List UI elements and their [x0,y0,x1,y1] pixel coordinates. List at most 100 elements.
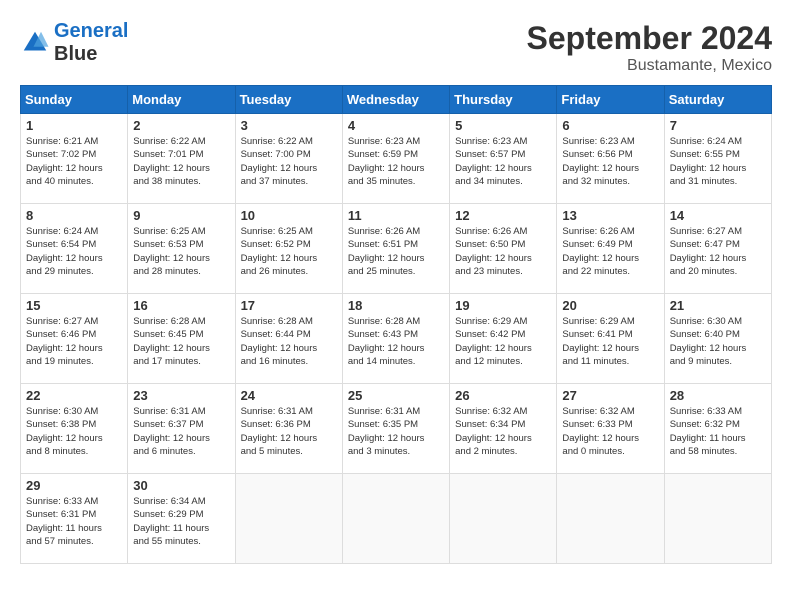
day-info: Sunrise: 6:28 AMSunset: 6:44 PMDaylight:… [241,315,337,368]
day-info: Sunrise: 6:23 AMSunset: 6:59 PMDaylight:… [348,135,444,188]
day-number: 7 [670,118,766,133]
day-number: 11 [348,208,444,223]
calendar-cell: 2 Sunrise: 6:22 AMSunset: 7:01 PMDayligh… [128,114,235,204]
day-number: 4 [348,118,444,133]
header-friday: Friday [557,86,664,114]
day-number: 16 [133,298,229,313]
day-info: Sunrise: 6:25 AMSunset: 6:53 PMDaylight:… [133,225,229,278]
day-number: 18 [348,298,444,313]
calendar-cell: 8 Sunrise: 6:24 AMSunset: 6:54 PMDayligh… [21,204,128,294]
calendar-cell [664,474,771,564]
week-row-3: 15 Sunrise: 6:27 AMSunset: 6:46 PMDaylig… [21,294,772,384]
day-info: Sunrise: 6:21 AMSunset: 7:02 PMDaylight:… [26,135,122,188]
day-info: Sunrise: 6:32 AMSunset: 6:33 PMDaylight:… [562,405,658,458]
calendar-cell: 28 Sunrise: 6:33 AMSunset: 6:32 PMDaylig… [664,384,771,474]
day-number: 30 [133,478,229,493]
day-number: 22 [26,388,122,403]
weekday-header-row: Sunday Monday Tuesday Wednesday Thursday… [21,86,772,114]
logo: GeneralBlue [20,20,128,66]
day-number: 23 [133,388,229,403]
calendar-cell: 30 Sunrise: 6:34 AMSunset: 6:29 PMDaylig… [128,474,235,564]
day-info: Sunrise: 6:24 AMSunset: 6:55 PMDaylight:… [670,135,766,188]
day-number: 28 [670,388,766,403]
day-number: 12 [455,208,551,223]
day-info: Sunrise: 6:32 AMSunset: 6:34 PMDaylight:… [455,405,551,458]
day-info: Sunrise: 6:26 AMSunset: 6:51 PMDaylight:… [348,225,444,278]
day-number: 2 [133,118,229,133]
header-thursday: Thursday [450,86,557,114]
calendar-cell [557,474,664,564]
calendar-cell: 17 Sunrise: 6:28 AMSunset: 6:44 PMDaylig… [235,294,342,384]
day-info: Sunrise: 6:30 AMSunset: 6:38 PMDaylight:… [26,405,122,458]
location: Bustamante, Mexico [527,57,772,75]
calendar-cell: 26 Sunrise: 6:32 AMSunset: 6:34 PMDaylig… [450,384,557,474]
calendar-table: Sunday Monday Tuesday Wednesday Thursday… [20,85,772,564]
day-number: 29 [26,478,122,493]
calendar-cell: 25 Sunrise: 6:31 AMSunset: 6:35 PMDaylig… [342,384,449,474]
header-saturday: Saturday [664,86,771,114]
day-info: Sunrise: 6:23 AMSunset: 6:57 PMDaylight:… [455,135,551,188]
day-info: Sunrise: 6:22 AMSunset: 7:01 PMDaylight:… [133,135,229,188]
day-number: 3 [241,118,337,133]
calendar-cell: 27 Sunrise: 6:32 AMSunset: 6:33 PMDaylig… [557,384,664,474]
calendar-cell [450,474,557,564]
calendar-cell: 11 Sunrise: 6:26 AMSunset: 6:51 PMDaylig… [342,204,449,294]
day-number: 26 [455,388,551,403]
day-info: Sunrise: 6:26 AMSunset: 6:50 PMDaylight:… [455,225,551,278]
week-row-2: 8 Sunrise: 6:24 AMSunset: 6:54 PMDayligh… [21,204,772,294]
day-info: Sunrise: 6:31 AMSunset: 6:36 PMDaylight:… [241,405,337,458]
calendar-cell [342,474,449,564]
calendar-cell: 6 Sunrise: 6:23 AMSunset: 6:56 PMDayligh… [557,114,664,204]
week-row-1: 1 Sunrise: 6:21 AMSunset: 7:02 PMDayligh… [21,114,772,204]
logo-text: GeneralBlue [54,20,128,66]
calendar-cell: 5 Sunrise: 6:23 AMSunset: 6:57 PMDayligh… [450,114,557,204]
logo-icon [20,28,50,58]
day-number: 19 [455,298,551,313]
header-monday: Monday [128,86,235,114]
day-info: Sunrise: 6:27 AMSunset: 6:47 PMDaylight:… [670,225,766,278]
calendar-cell: 20 Sunrise: 6:29 AMSunset: 6:41 PMDaylig… [557,294,664,384]
day-info: Sunrise: 6:33 AMSunset: 6:32 PMDaylight:… [670,405,766,458]
day-number: 10 [241,208,337,223]
day-number: 27 [562,388,658,403]
day-info: Sunrise: 6:31 AMSunset: 6:37 PMDaylight:… [133,405,229,458]
day-info: Sunrise: 6:30 AMSunset: 6:40 PMDaylight:… [670,315,766,368]
day-number: 21 [670,298,766,313]
day-info: Sunrise: 6:33 AMSunset: 6:31 PMDaylight:… [26,495,122,548]
day-number: 1 [26,118,122,133]
calendar-cell: 13 Sunrise: 6:26 AMSunset: 6:49 PMDaylig… [557,204,664,294]
week-row-5: 29 Sunrise: 6:33 AMSunset: 6:31 PMDaylig… [21,474,772,564]
day-info: Sunrise: 6:26 AMSunset: 6:49 PMDaylight:… [562,225,658,278]
day-number: 20 [562,298,658,313]
day-number: 5 [455,118,551,133]
header-tuesday: Tuesday [235,86,342,114]
day-info: Sunrise: 6:25 AMSunset: 6:52 PMDaylight:… [241,225,337,278]
month-info: September 2024 Bustamante, Mexico [527,20,772,75]
calendar-cell: 29 Sunrise: 6:33 AMSunset: 6:31 PMDaylig… [21,474,128,564]
calendar-cell: 14 Sunrise: 6:27 AMSunset: 6:47 PMDaylig… [664,204,771,294]
day-number: 14 [670,208,766,223]
day-info: Sunrise: 6:29 AMSunset: 6:42 PMDaylight:… [455,315,551,368]
month-title: September 2024 [527,20,772,57]
calendar-cell: 16 Sunrise: 6:28 AMSunset: 6:45 PMDaylig… [128,294,235,384]
day-info: Sunrise: 6:34 AMSunset: 6:29 PMDaylight:… [133,495,229,548]
day-info: Sunrise: 6:23 AMSunset: 6:56 PMDaylight:… [562,135,658,188]
day-info: Sunrise: 6:28 AMSunset: 6:43 PMDaylight:… [348,315,444,368]
day-info: Sunrise: 6:29 AMSunset: 6:41 PMDaylight:… [562,315,658,368]
calendar-cell: 23 Sunrise: 6:31 AMSunset: 6:37 PMDaylig… [128,384,235,474]
day-number: 24 [241,388,337,403]
calendar-cell: 1 Sunrise: 6:21 AMSunset: 7:02 PMDayligh… [21,114,128,204]
day-number: 13 [562,208,658,223]
calendar-cell [235,474,342,564]
day-number: 25 [348,388,444,403]
day-number: 8 [26,208,122,223]
day-number: 6 [562,118,658,133]
calendar-cell: 21 Sunrise: 6:30 AMSunset: 6:40 PMDaylig… [664,294,771,384]
calendar-cell: 22 Sunrise: 6:30 AMSunset: 6:38 PMDaylig… [21,384,128,474]
calendar-cell: 9 Sunrise: 6:25 AMSunset: 6:53 PMDayligh… [128,204,235,294]
day-number: 9 [133,208,229,223]
day-number: 17 [241,298,337,313]
calendar-cell: 3 Sunrise: 6:22 AMSunset: 7:00 PMDayligh… [235,114,342,204]
day-info: Sunrise: 6:31 AMSunset: 6:35 PMDaylight:… [348,405,444,458]
calendar-cell: 10 Sunrise: 6:25 AMSunset: 6:52 PMDaylig… [235,204,342,294]
